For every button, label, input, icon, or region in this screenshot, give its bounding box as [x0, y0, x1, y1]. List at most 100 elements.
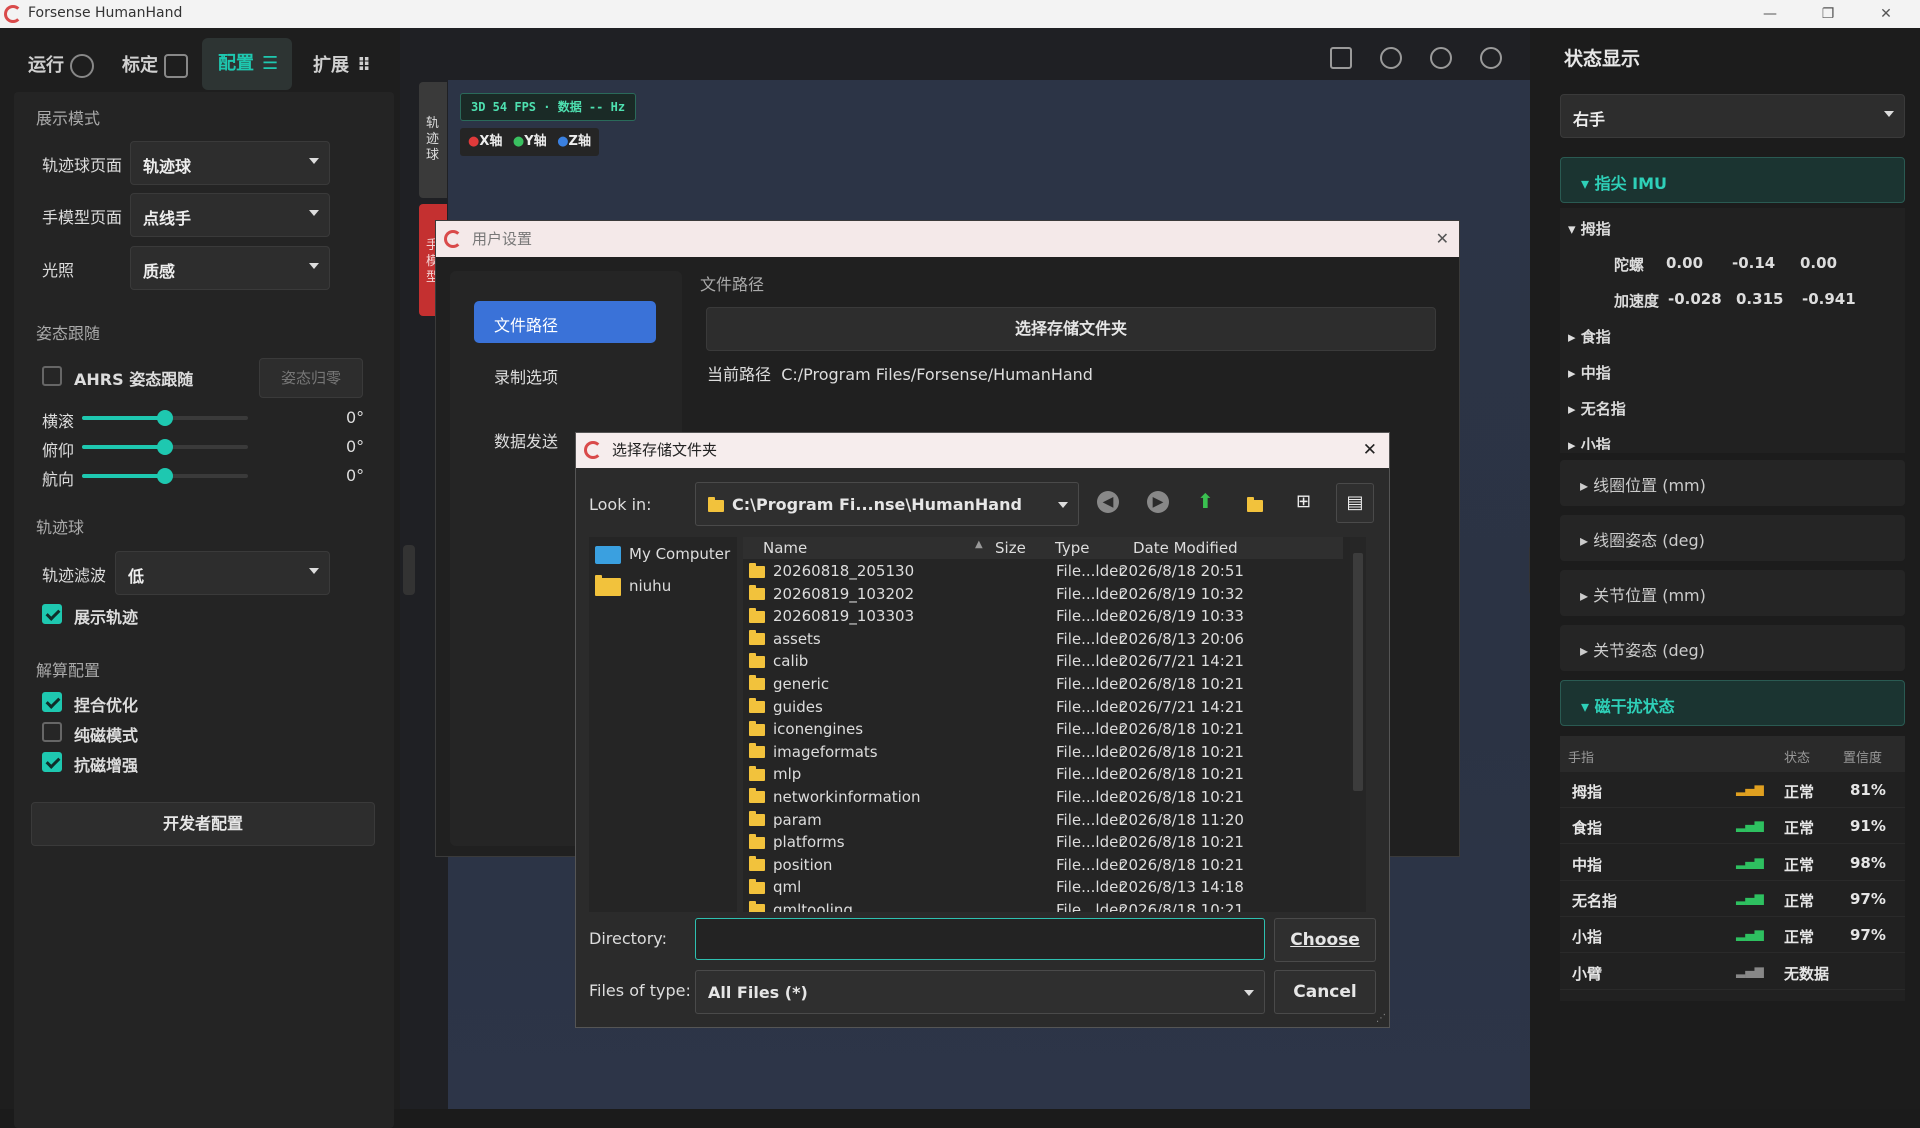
files-of-type-select[interactable]: All Files (*) [695, 970, 1265, 1014]
ahrs-checkbox[interactable] [42, 366, 62, 386]
file-row[interactable]: 20260818_205130 File...lder 2026/8/18 20:5… [743, 561, 1343, 584]
file-row[interactable]: assets File...lder 2026/8/13 20:06 [743, 629, 1343, 652]
col-date[interactable]: Date Modified [1133, 539, 1238, 557]
nav-data-send[interactable]: 数据发送 [494, 428, 558, 452]
file-row[interactable]: iconengines File...lder 2026/8/18 10:21 [743, 719, 1343, 742]
nav-record-options[interactable]: 录制选项 [494, 364, 558, 388]
imu-tree: ▾ 拇指 陀螺 0.00 -0.14 0.00 加速度 -0.028 0.315… [1560, 208, 1905, 453]
directory-input[interactable] [695, 918, 1265, 960]
file-list-scrollbar[interactable] [1350, 537, 1366, 912]
roll-slider-thumb[interactable] [157, 410, 173, 426]
file-row[interactable]: 20260819_103202 File...lder 2026/8/19 10:3… [743, 584, 1343, 607]
file-row[interactable]: networkinformation File...lder 2026/8/18 1… [743, 787, 1343, 810]
tree-item-middle[interactable]: ▸ 中指 [1568, 362, 1611, 383]
choose-button[interactable]: Choose [1274, 918, 1376, 962]
trackball-page-select[interactable]: 轨迹球 [130, 141, 330, 185]
pure-mag-checkbox[interactable] [42, 722, 62, 742]
gear-icon[interactable] [1380, 47, 1402, 69]
joint-position-section[interactable]: ▸ 关节位置 (mm) [1560, 570, 1905, 616]
fps-badge: 3D 54 FPS · 数据 -- Hz [460, 93, 637, 121]
file-row[interactable]: qmltooling File...lder 2026/8/18 10:21 [743, 900, 1343, 912]
tab-config[interactable]: 配置 ☰ [202, 38, 292, 90]
hand-model-page-select[interactable]: 点线手 [130, 193, 330, 237]
app-logo-icon [584, 441, 602, 459]
mag-col-status: 状态 [1784, 751, 1811, 766]
look-in-select[interactable]: C:\Program Fi...nse\HumanHand [695, 482, 1079, 526]
file-row[interactable]: calib File...lder 2026/7/21 14:21 [743, 651, 1343, 674]
joint-pose-section[interactable]: ▸ 关节姿态 (deg) [1560, 625, 1905, 671]
forward-icon[interactable]: ▶ [1147, 491, 1169, 513]
parent-dir-icon[interactable]: ⬆ [1197, 489, 1214, 513]
hand-select[interactable]: 右手 [1560, 94, 1905, 138]
file-type: File...lder [1056, 900, 1125, 912]
file-row[interactable]: position File...lder 2026/8/18 10:21 [743, 855, 1343, 878]
scrollbar-thumb[interactable] [1353, 553, 1363, 791]
col-type[interactable]: Type [1055, 539, 1089, 557]
tab-extend[interactable]: 扩展 ⠿ [313, 46, 371, 86]
minimize-button[interactable]: — [1748, 2, 1792, 26]
col-size[interactable]: Size [995, 539, 1026, 557]
file-row[interactable]: mlp File...lder 2026/8/18 10:21 [743, 764, 1343, 787]
choose-folder-button[interactable]: 选择存储文件夹 [706, 307, 1436, 351]
tree-item-ring[interactable]: ▸ 无名指 [1568, 398, 1626, 419]
tree-item-thumb[interactable]: ▾ 拇指 [1568, 218, 1611, 239]
file-row[interactable]: qml File...lder 2026/8/13 14:18 [743, 877, 1343, 900]
tab-calibrate[interactable]: 标定 [122, 46, 188, 86]
cancel-button[interactable]: Cancel [1274, 970, 1376, 1014]
coil-pose-section[interactable]: ▸ 线圈姿态 (deg) [1560, 515, 1905, 561]
close-icon[interactable]: ✕ [1436, 221, 1449, 257]
resize-grip-icon[interactable]: ⋰ [1376, 1013, 1386, 1024]
place-my-computer[interactable]: My Computer [595, 545, 730, 564]
caret-right-icon: ▸ [1568, 436, 1581, 450]
pinch-opt-checkbox[interactable] [42, 692, 62, 712]
maximize-button[interactable]: ❐ [1806, 2, 1850, 26]
file-row[interactable]: param File...lder 2026/8/18 11:20 [743, 810, 1343, 833]
file-row[interactable]: 20260819_103303 File...lder 2026/8/19 10:3… [743, 606, 1343, 629]
file-row[interactable]: imageformats File...lder 2026/8/18 10:21 [743, 742, 1343, 765]
anti-mag-label: 抗磁增强 [74, 756, 139, 775]
info-icon[interactable] [1480, 47, 1502, 69]
back-icon[interactable]: ◀ [1097, 491, 1119, 513]
imu-section-header[interactable]: ▾ 指尖 IMU [1560, 157, 1905, 203]
tree-item-little[interactable]: ▸ 小指 [1568, 434, 1611, 450]
folder-icon [749, 811, 765, 827]
filter-select[interactable]: 低 [115, 551, 330, 595]
place-niuhu[interactable]: niuhu [595, 574, 671, 596]
close-icon[interactable]: ✕ [1363, 433, 1377, 468]
pose-reset-button[interactable]: 姿态归零 [259, 358, 363, 398]
tab-run[interactable]: 运行 [28, 46, 94, 86]
yaw-slider[interactable] [82, 468, 248, 484]
look-in-value: C:\Program Fi...nse\HumanHand [732, 495, 1022, 514]
col-name[interactable]: Name [763, 539, 807, 557]
record-screen-icon[interactable] [1330, 47, 1352, 69]
lighting-select[interactable]: 质感 [130, 246, 330, 290]
tree-item-index[interactable]: ▸ 食指 [1568, 326, 1611, 347]
coil-position-section[interactable]: ▸ 线圈位置 (mm) [1560, 460, 1905, 506]
new-folder-icon[interactable] [1247, 495, 1271, 514]
yaw-slider-thumb[interactable] [157, 468, 173, 484]
roll-slider[interactable] [82, 410, 248, 426]
caret-right-icon: ▸ [1568, 400, 1581, 418]
signal-bars-icon: ▂▄▆ [1736, 854, 1764, 869]
show-trail-checkbox[interactable] [42, 604, 62, 624]
mag-section-header[interactable]: ▾ 磁干扰状态 [1560, 680, 1905, 726]
pitch-label: 俯仰 [42, 441, 75, 460]
nav-file-path[interactable]: 文件路径 [474, 301, 656, 343]
close-button[interactable]: ✕ [1864, 2, 1908, 26]
developer-config-button[interactable]: 开发者配置 [31, 802, 375, 846]
file-type: File...lder [1056, 584, 1125, 603]
help-icon[interactable] [1430, 47, 1452, 69]
anti-mag-checkbox[interactable] [42, 752, 62, 772]
file-row[interactable]: platforms File...lder 2026/8/18 10:21 [743, 832, 1343, 855]
list-view-icon[interactable]: ⊞ [1296, 491, 1311, 512]
file-row[interactable]: guides File...lder 2026/7/21 14:21 [743, 697, 1343, 720]
pitch-slider[interactable] [82, 439, 248, 455]
pitch-slider-thumb[interactable] [157, 439, 173, 455]
detail-view-icon[interactable]: ▤ [1336, 483, 1374, 523]
file-row[interactable]: generic File...lder 2026/8/18 10:21 [743, 674, 1343, 697]
file-list-header: Name ▲ Size Type Date Modified [743, 537, 1343, 559]
side-tab-trackball[interactable]: 轨迹球 [419, 82, 447, 198]
file-name: param [773, 810, 822, 829]
file-type: File...lder [1056, 562, 1125, 580]
collapse-left-handle[interactable] [403, 545, 415, 595]
